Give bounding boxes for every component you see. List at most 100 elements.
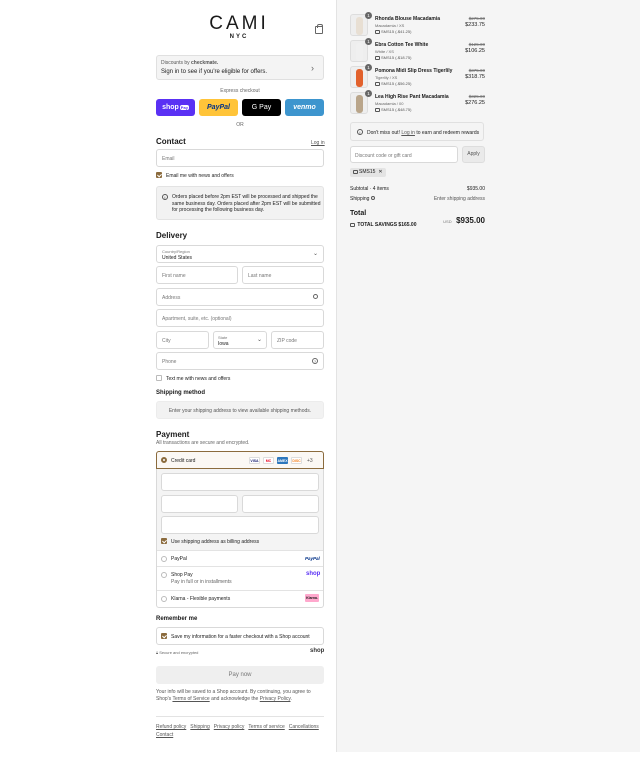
paypal-radio[interactable] (161, 556, 167, 562)
security-code-field[interactable] (242, 495, 319, 513)
phone-field[interactable]: Phone ? (156, 352, 324, 370)
or-divider: OR (236, 122, 244, 128)
discount-code-field[interactable]: Discount code or gift card (350, 146, 458, 163)
applied-code-chip: SMS15 ✕ (350, 168, 386, 177)
privacy-link[interactable]: Privacy Policy (260, 696, 291, 702)
more-cards-count: +3 (307, 458, 313, 464)
info-icon: i (357, 129, 363, 135)
shopping-bag-icon[interactable] (315, 24, 323, 34)
amex-icon: AMEX (277, 457, 288, 464)
privacy-policy-link[interactable]: Privacy policy (214, 724, 245, 730)
rewards-suffix: to earn and redeem rewards (416, 130, 480, 136)
total-savings: TOTAL SAVINGS $165.00 (350, 222, 417, 228)
savings-value: $165.00 (398, 222, 417, 228)
shipping-link[interactable]: Shipping (190, 724, 209, 730)
shop-pay-button[interactable]: shop Pay (156, 99, 195, 116)
credit-card-radio[interactable] (161, 457, 167, 463)
google-pay-button[interactable]: G Pay (242, 99, 281, 116)
product-name: Rhonda Blouse Macadamia (375, 16, 441, 22)
venmo-button[interactable]: venmo (285, 99, 324, 116)
klarna-radio[interactable] (161, 596, 167, 602)
apply-label: Apply (467, 151, 480, 157)
tag-icon (375, 107, 380, 112)
tag-icon (375, 81, 380, 86)
product-price: $276.25 (465, 100, 485, 106)
zip-field[interactable]: ZIP code (271, 331, 324, 349)
contact-heading: Contact (156, 137, 186, 146)
product-original-price: $325.00 (468, 94, 485, 99)
paypal-label: PayPal (207, 104, 230, 111)
text-news-checkbox[interactable] (156, 375, 162, 381)
payment-heading: Payment (156, 430, 190, 439)
last-name-field[interactable]: Last name (242, 266, 324, 284)
remove-code-icon[interactable]: ✕ (378, 169, 382, 175)
tag-icon (375, 55, 380, 60)
brand-name: CAMI (209, 13, 269, 34)
quantity-badge: 1 (365, 90, 372, 97)
rewards-text: Don't miss out! Log in to earn and redee… (367, 130, 479, 136)
currency-code: USD (443, 219, 452, 224)
apply-button[interactable]: Apply (462, 146, 485, 163)
shop-pay-logo: shop (306, 571, 321, 577)
refund-policy-link[interactable]: Refund policy (156, 724, 186, 730)
address-field[interactable]: Address (156, 288, 324, 306)
rewards-login-link[interactable]: Log in (401, 130, 415, 136)
expiration-field[interactable] (161, 495, 238, 513)
shipping-method-placeholder: Enter your shipping address to view avai… (156, 401, 324, 419)
billing-address-label: Use shipping address as billing address (171, 539, 260, 545)
terms-link[interactable]: Terms of Service (172, 696, 209, 702)
product-image (356, 95, 363, 113)
discounts-text: Sign in to see if you're eligible for of… (161, 69, 268, 75)
total-amount: USD $935.00 (437, 210, 485, 228)
login-link[interactable]: Log in (311, 140, 325, 146)
email-field[interactable]: Email (156, 149, 324, 167)
state-select[interactable]: State Iowa ⌄ (213, 331, 267, 349)
checkmate-logo: checkmate. (191, 60, 219, 66)
country-select[interactable]: Country/Region United States ⌄ (156, 245, 324, 263)
contact-link[interactable]: Contact (156, 732, 173, 738)
shop-pay-option[interactable] (157, 566, 323, 590)
last-name-placeholder: Last name (248, 273, 272, 279)
state-value: Iowa (218, 341, 229, 347)
help-icon[interactable] (370, 196, 375, 200)
venmo-label: venmo (293, 104, 316, 111)
help-icon[interactable]: ? (312, 358, 318, 364)
product-original-price: $375.00 (468, 68, 485, 73)
apartment-field[interactable]: Apartment, suite, etc. (optional) (156, 309, 324, 327)
product-discount-text: SMS15 (-$48.75) (381, 107, 412, 112)
email-news-checkbox[interactable] (156, 172, 162, 178)
apartment-placeholder: Apartment, suite, etc. (optional) (162, 316, 232, 322)
first-name-field[interactable]: First name (156, 266, 238, 284)
mastercard-icon: MC (263, 457, 274, 464)
shop-pay-radio[interactable] (161, 572, 167, 578)
gpay-label: G Pay (251, 104, 272, 111)
product-variant: Macadamia / XS (375, 23, 405, 28)
city-field[interactable]: City (156, 331, 209, 349)
discounts-signin-box[interactable]: Discounts by checkmate. Sign in to see i… (156, 55, 324, 80)
product-image (356, 17, 363, 35)
product-discount-text: SMS15 (-$41.25) (381, 29, 412, 34)
shop-pay-option-label: Shop Pay (171, 572, 193, 578)
legal-text-3: . (290, 696, 292, 702)
klarna-logo: Klarna. (305, 594, 319, 602)
pay-now-button[interactable]: Pay now (156, 666, 324, 684)
express-checkout-label: Express checkout (220, 88, 260, 94)
paypal-logo: PayPal (305, 556, 320, 561)
name-on-card-field[interactable] (161, 516, 319, 534)
shipping-notice-text: Orders placed before 2pm EST will be pro… (172, 194, 321, 213)
terms-of-service-link[interactable]: Terms of service (248, 724, 284, 730)
discounts-by-prefix: Discounts by (161, 60, 190, 66)
total-value: $935.00 (456, 216, 485, 225)
email-placeholder: Email (162, 156, 175, 162)
quantity-badge: 1 (365, 64, 372, 71)
delivery-heading: Delivery (156, 231, 188, 240)
product-name: Ebra Cotton Tee White (375, 42, 429, 48)
cancellations-link[interactable]: Cancellations (289, 724, 319, 730)
billing-address-checkbox[interactable] (161, 538, 167, 544)
product-variant: Tigerlily / XS (375, 75, 398, 80)
save-info-checkbox[interactable] (161, 633, 167, 639)
card-number-field[interactable] (161, 473, 319, 491)
paypal-button[interactable]: PayPal (199, 99, 238, 116)
brand-logo[interactable]: CAMI NYC (207, 14, 271, 40)
shipping-method-note: Enter your shipping address to view avai… (168, 408, 312, 414)
